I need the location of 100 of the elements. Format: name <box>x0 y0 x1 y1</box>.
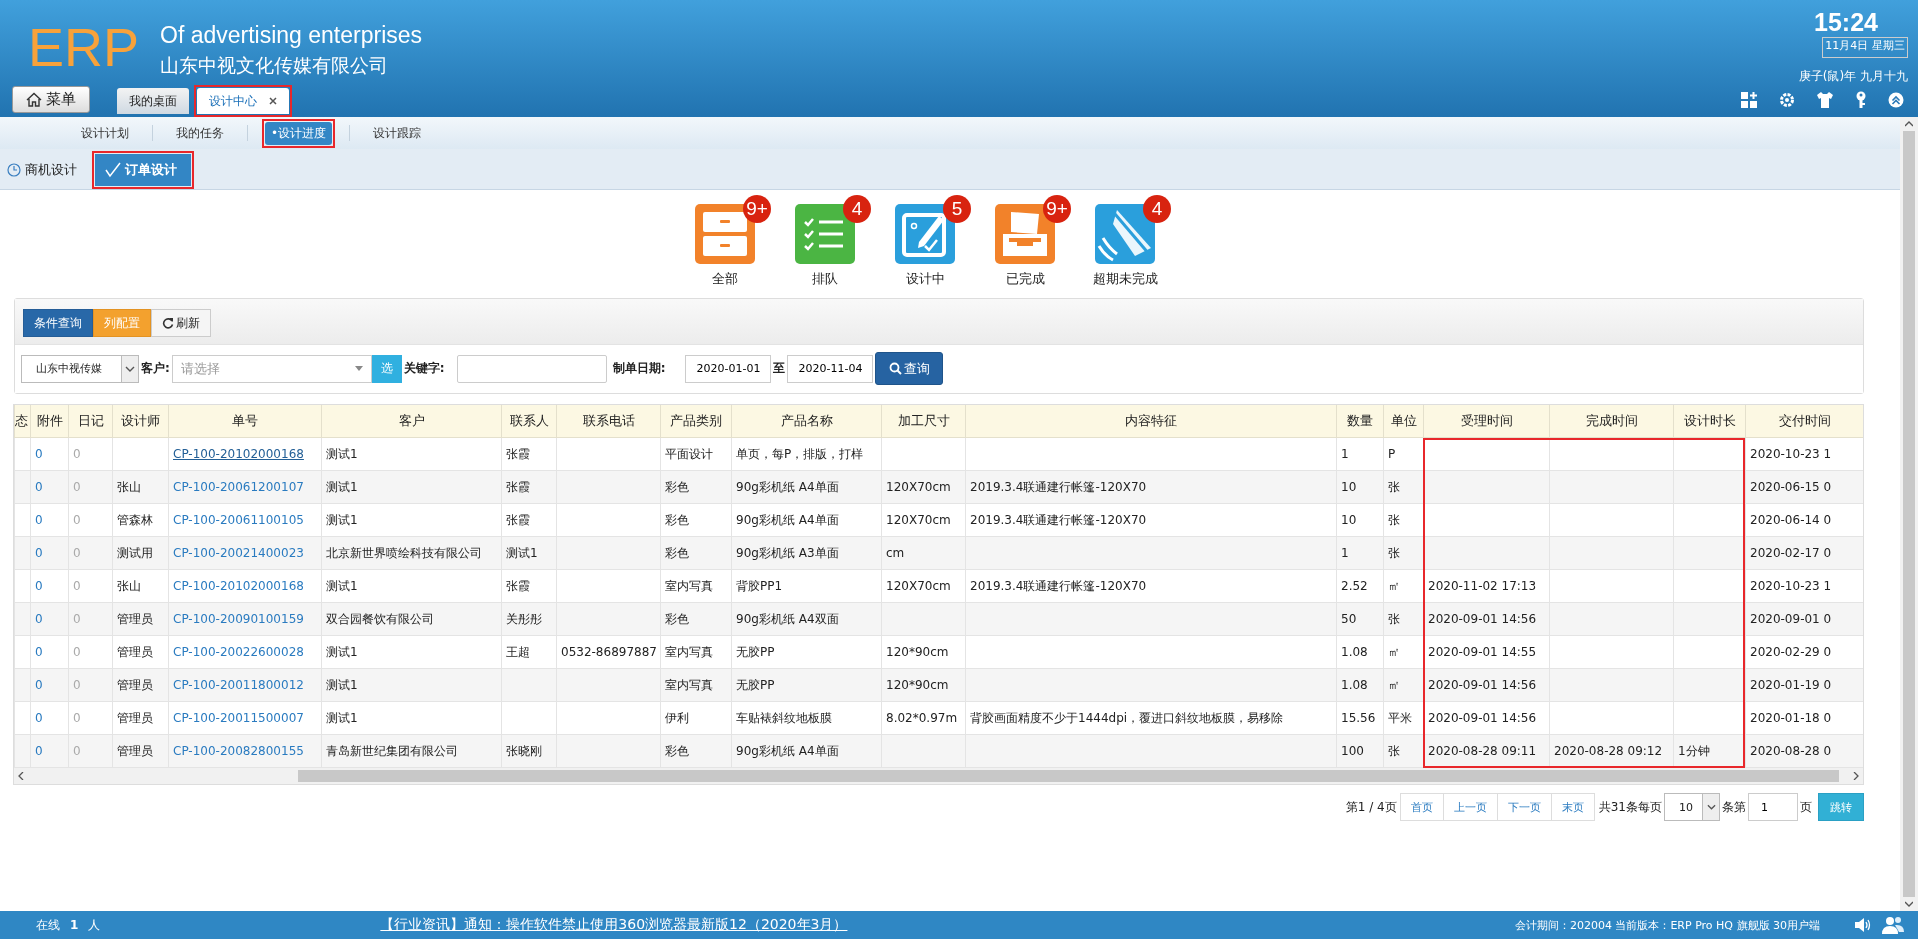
keyword-input[interactable] <box>456 354 607 383</box>
attachment-count[interactable]: 0 <box>35 645 43 659</box>
table-cell: 120*90cm <box>886 678 949 692</box>
table-cell: 测试1 <box>326 644 358 659</box>
attachment-count[interactable]: 0 <box>35 447 43 461</box>
table-cell: 120X70cm <box>886 480 951 494</box>
table-cell: 1分钟 <box>1678 743 1710 758</box>
mode-tab[interactable]: 商机设计 <box>3 154 81 186</box>
status-label[interactable]: 排队 <box>812 270 838 288</box>
speaker-icon[interactable] <box>1854 917 1872 933</box>
sub-nav-link[interactable]: 设计跟踪 <box>367 121 428 145</box>
attachment-count[interactable]: 0 <box>35 678 43 692</box>
attachment-count[interactable]: 0 <box>35 744 43 758</box>
pagination-button[interactable]: 下一页 <box>1496 793 1552 821</box>
column-header[interactable]: 完成时间 <box>1585 413 1638 428</box>
settings-icon[interactable] <box>1778 91 1796 109</box>
column-header[interactable]: 客户 <box>398 413 425 428</box>
attachment-count[interactable]: 0 <box>35 579 43 593</box>
diary-count: 0 <box>73 612 81 626</box>
table-cell: 背胶画面精度不少于1444dpi，覆进口斜纹地板膜，易移除 <box>970 710 1284 725</box>
attachment-count[interactable]: 0 <box>35 612 43 626</box>
table-cell: 室内写真 <box>665 644 713 659</box>
collapse-icon[interactable] <box>1888 92 1904 108</box>
date-input[interactable]: 2020-11-04 <box>787 354 874 383</box>
table-cell: 管理员 <box>117 611 153 626</box>
table-cell: 8.02*0.97m <box>886 711 958 725</box>
table-cell: 2020-10-23 1 <box>1750 579 1832 593</box>
online-count: 1 <box>70 918 79 932</box>
sub-nav-link[interactable]: 我的任务 <box>170 121 230 145</box>
table-cell: 2019.3.4联通建行帐篷-120X70 <box>970 512 1147 527</box>
attachment-count[interactable]: 0 <box>35 711 43 725</box>
column-header[interactable]: 单号 <box>232 413 258 428</box>
diary-count: 0 <box>73 546 81 560</box>
table-cell: 张霞 <box>506 512 530 527</box>
page-size-select[interactable]: 10 <box>1664 793 1720 821</box>
company-select[interactable]: 山东中视传媒 <box>21 354 139 383</box>
status-label[interactable]: 全部 <box>712 270 738 288</box>
check-icon <box>105 162 121 178</box>
refresh-button[interactable]: 刷新 <box>151 309 211 337</box>
table-cell: 90g彩机纸 A4单面 <box>736 743 839 758</box>
table-cell: 2020-09-01 14:56 <box>1428 711 1537 725</box>
table-cell: 120*90cm <box>886 645 949 659</box>
diary-count: 0 <box>73 678 81 692</box>
table-cell: 车贴裱斜纹地板膜 <box>736 710 832 725</box>
column-header[interactable]: 产品名称 <box>780 413 833 428</box>
table-cell: 2020-02-29 0 <box>1750 645 1832 659</box>
scroll-right-icon[interactable] <box>1853 772 1859 780</box>
close-icon[interactable] <box>269 97 277 105</box>
attachment-count[interactable]: 0 <box>35 480 43 494</box>
page-label: 条第 <box>1722 798 1746 816</box>
mode-tab[interactable]: 订单设计 <box>95 154 191 186</box>
table-cell: 张霞 <box>506 578 530 593</box>
table-cell: 彩色 <box>665 545 689 560</box>
users-icon[interactable] <box>1882 916 1904 934</box>
page-input[interactable]: 1 <box>1748 793 1798 821</box>
status-label[interactable]: 已完成 <box>1005 270 1045 288</box>
vertical-scrollbar[interactable] <box>1900 117 1918 911</box>
status-label[interactable]: 设计中 <box>905 270 945 288</box>
page-suffix: 页 <box>1800 798 1812 816</box>
table-cell: 彩色 <box>665 512 689 527</box>
scroll-up-icon[interactable] <box>1905 121 1913 127</box>
column-header[interactable]: 内容特征 <box>1125 413 1177 428</box>
date-input[interactable]: 2020-01-01 <box>685 354 772 383</box>
pagination-button[interactable]: 末页 <box>1550 793 1595 821</box>
table-cell: 彩色 <box>665 611 689 626</box>
sub-nav-link[interactable]: •设计进度 <box>265 121 333 145</box>
horizontal-scrollbar[interactable] <box>14 768 1863 784</box>
menu-button[interactable]: 菜单 <box>12 86 90 113</box>
shirt-icon[interactable] <box>1816 91 1834 109</box>
tab[interactable]: 设计中心 <box>197 88 289 114</box>
attachment-count[interactable]: 0 <box>35 546 43 560</box>
clock-date: 11月4日 星期三 <box>1822 37 1908 58</box>
field-label: 关键字: <box>402 360 446 377</box>
table-cell: 2019.3.4联通建行帐篷-120X70 <box>970 479 1147 494</box>
pagination-button[interactable]: 上一页 <box>1442 793 1498 821</box>
table-cell: 测试1 <box>326 710 358 725</box>
table-cell: 2019.3.4联通建行帐篷-120X70 <box>970 578 1147 593</box>
key-icon[interactable] <box>1854 91 1868 109</box>
scroll-left-icon[interactable] <box>18 772 24 780</box>
sub-nav-link[interactable]: 设计计划 <box>75 121 135 145</box>
table-cell: 背胶PP1 <box>736 578 783 593</box>
toolbar-button[interactable]: 条件查询 <box>23 309 93 337</box>
table-cell: 2020-11-02 17:13 <box>1428 579 1537 593</box>
attachment-count[interactable]: 0 <box>35 513 43 527</box>
column-header[interactable]: 受理时间 <box>1460 413 1513 428</box>
table-cell: 2020-09-01 0 <box>1750 612 1832 626</box>
table-cell: 2020-06-15 0 <box>1750 480 1832 494</box>
tab[interactable]: 我的桌面 <box>117 88 189 114</box>
table-cell: ㎡ <box>1388 644 1400 659</box>
field-label: 制单日期: <box>611 360 667 377</box>
status-label[interactable]: 超期未完成 <box>1092 270 1158 288</box>
pagination-button[interactable]: 首页 <box>1399 793 1444 821</box>
table-cell: 2020-06-14 0 <box>1750 513 1832 527</box>
table-cell: 1.08 <box>1341 645 1368 659</box>
add-grid-icon[interactable] <box>1740 91 1758 109</box>
search-button[interactable]: 查询 <box>875 352 944 385</box>
table-cell: 90g彩机纸 A3单面 <box>736 545 839 560</box>
notice-link[interactable]: 【行业资讯】通知：操作软件禁止使用360浏览器最新版12（2020年3月） <box>380 916 848 934</box>
scroll-down-icon[interactable] <box>1905 901 1913 907</box>
table-cell: 2020-08-28 0 <box>1750 744 1832 758</box>
